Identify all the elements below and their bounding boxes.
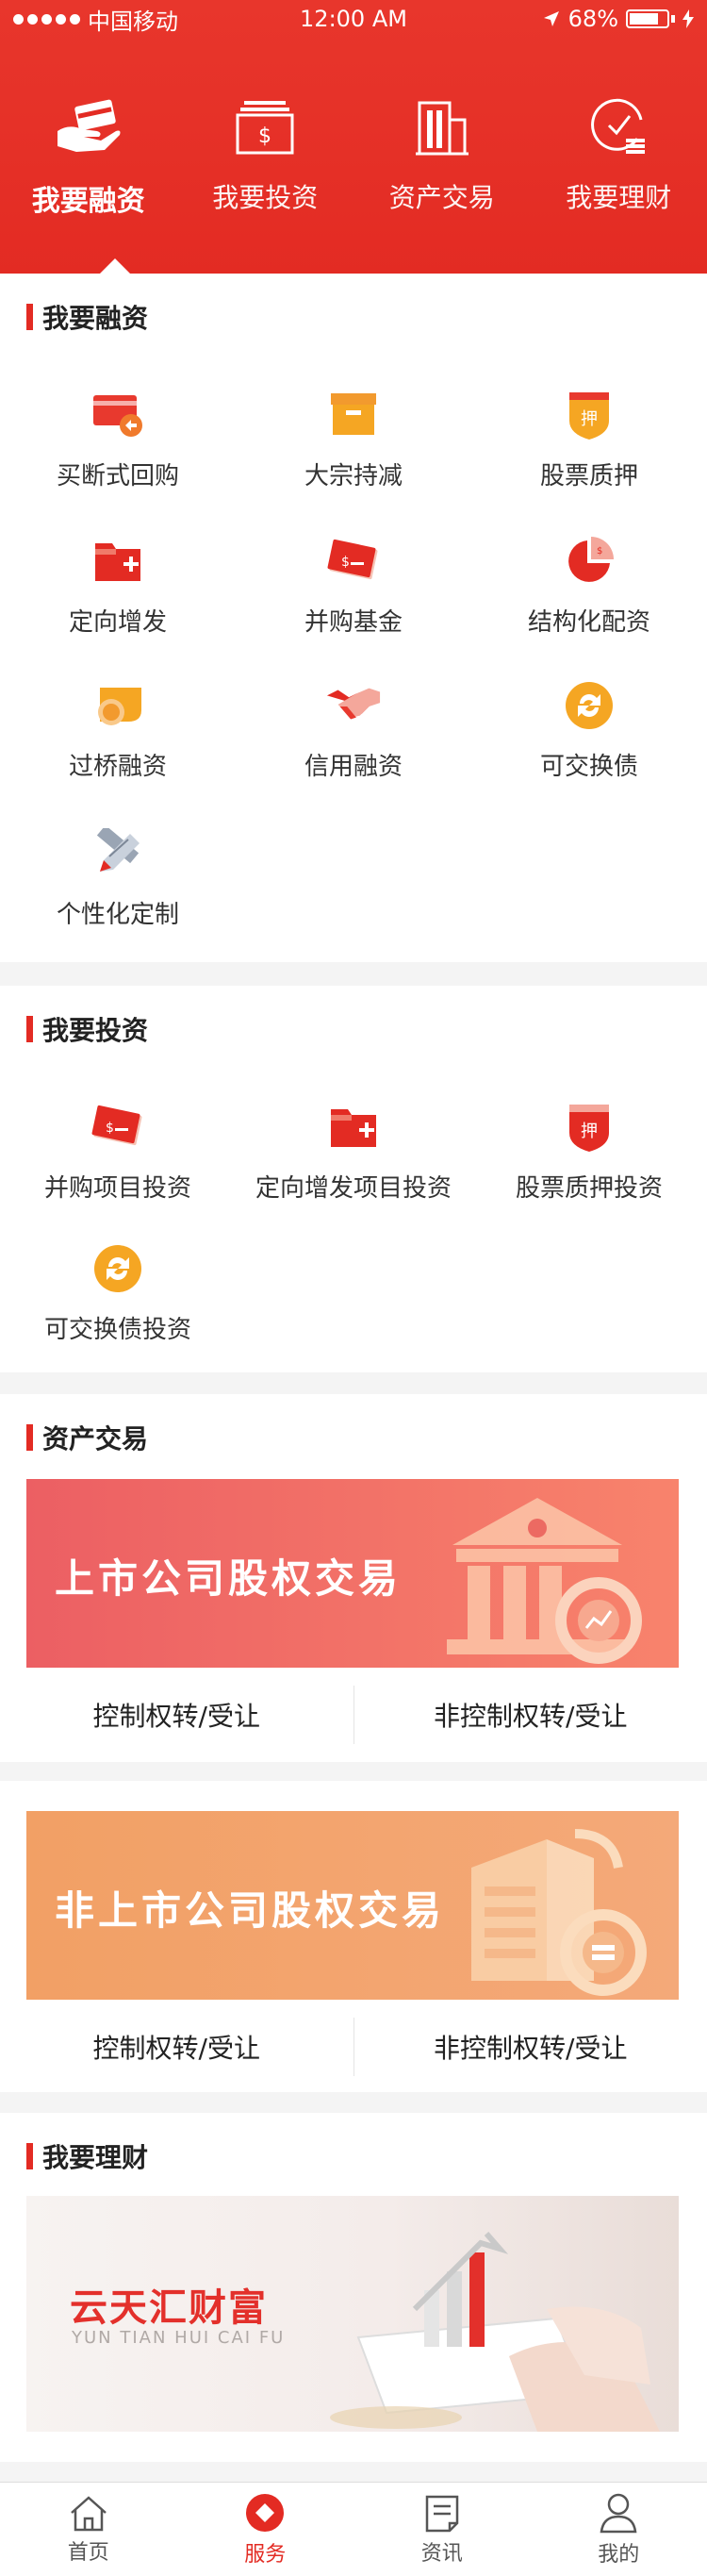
top-nav-label: 我要理财 — [566, 182, 672, 213]
folder-plus-icon — [90, 533, 146, 590]
office-building-icon — [471, 1829, 647, 1996]
charging-icon — [682, 9, 694, 28]
svg-text:押: 押 — [581, 409, 598, 429]
section-title: 我要融资 — [26, 298, 148, 336]
grid-item-ma-project[interactable]: $ 并购项目投资 — [0, 1099, 236, 1204]
grid-item-stock-pledge[interactable]: 押 股票质押 — [471, 387, 707, 491]
cash-card-icon: $ — [325, 533, 382, 590]
grid-item-exchangeable-bond-invest[interactable]: 可交换债投资 — [0, 1240, 236, 1345]
grid-item-block-reduction[interactable]: 大宗持减 — [236, 387, 471, 491]
coin-hand-icon — [90, 677, 146, 734]
grid-item-credit-finance[interactable]: 信用融资 — [236, 677, 471, 782]
top-nav-label: 资产交易 — [388, 182, 495, 213]
grid-item-private-placement-project[interactable]: 定向增发项目投资 — [236, 1099, 471, 1204]
banner-title: 上市公司股权交易 — [55, 1555, 403, 1602]
grid-item-buyback[interactable]: 买断式回购 — [0, 387, 236, 491]
bottom-tabbar: 首页 服务 资讯 我的 — [0, 2482, 707, 2576]
location-arrow-icon — [543, 11, 559, 26]
tablet-chart-illustration — [330, 2232, 660, 2432]
battery-icon — [626, 9, 669, 28]
top-nav-asset-trading[interactable]: 资产交易 — [354, 94, 531, 255]
banner-title: 非上市公司股权交易 — [55, 1887, 446, 1934]
signal-icon — [13, 13, 80, 25]
top-nav-investing[interactable]: $ 我要投资 — [177, 94, 354, 255]
unlisted-trading-section: 非上市公司股权交易 控制权转/受让 非控制权转/受让 — [0, 1781, 707, 2092]
pledge-shield-icon: 押 — [561, 1099, 617, 1155]
tab-news[interactable]: 资讯 — [354, 2483, 531, 2576]
carrier-label: 中国移动 — [88, 8, 178, 35]
home-icon — [70, 2495, 107, 2531]
section-title: 资产交易 — [26, 1419, 148, 1456]
listed-equity-banner[interactable]: 上市公司股权交易 — [26, 1479, 679, 1668]
grid-item-bridge-loan[interactable]: 过桥融资 — [0, 677, 236, 782]
grid-item-structured-finance[interactable]: $ 结构化配资 — [471, 533, 707, 638]
building-icon — [409, 94, 475, 160]
wealth-banner-title: 云天汇财富 — [70, 2286, 268, 2330]
investing-section: 我要投资 $ 并购项目投资 定向增发项目投资 押 股票质押投资 可交换债投资 — [0, 986, 707, 1372]
unlisted-equity-banner[interactable]: 非上市公司股权交易 — [26, 1811, 679, 2000]
pencil-ruler-icon — [90, 825, 146, 882]
news-icon — [425, 2495, 458, 2532]
svg-text:$: $ — [106, 1121, 114, 1136]
financing-section: 我要融资 买断式回购 大宗持减 押 股票质押 定向增发 $ 并购基金 $ 结构化… — [0, 274, 707, 962]
grid-item-ma-fund[interactable]: $ 并购基金 — [236, 533, 471, 638]
unlisted-control-transfer-link[interactable]: 控制权转/受让 — [0, 2028, 354, 2066]
top-nav-label: 我要融资 — [31, 185, 145, 218]
folder-plus-icon — [325, 1099, 382, 1155]
hand-card-icon — [56, 94, 122, 160]
clock-coins-icon — [585, 94, 651, 160]
header: 中国移动 12:00 AM 68% 我要融资 $ 我要投资 资产交易 我要理财 — [0, 0, 707, 274]
bank-building-icon — [447, 1498, 642, 1664]
active-tab-indicator — [100, 258, 130, 274]
box-icon — [325, 387, 382, 443]
battery-percent: 68% — [567, 6, 618, 32]
svg-text:押: 押 — [581, 1122, 598, 1141]
handshake-icon — [325, 677, 382, 734]
cash-card-icon: $ — [90, 1099, 146, 1155]
listed-sublinks: 控制权转/受让 非控制权转/受让 — [0, 1668, 707, 1762]
grid-item-customization[interactable]: 个性化定制 — [0, 825, 236, 930]
grid-item-private-placement[interactable]: 定向增发 — [0, 533, 236, 638]
tab-profile[interactable]: 我的 — [531, 2483, 707, 2576]
top-nav-wealth[interactable]: 我要理财 — [531, 94, 707, 255]
profile-icon — [600, 2493, 637, 2533]
svg-text:$: $ — [258, 125, 271, 148]
top-nav-financing[interactable]: 我要融资 — [0, 94, 177, 255]
top-nav-label: 我要投资 — [212, 182, 319, 213]
grid-item-exchangeable-bond[interactable]: 可交换债 — [471, 677, 707, 782]
wealth-banner[interactable]: 云天汇财富 YUN TIAN HUI CAI FU — [26, 2196, 679, 2432]
unlisted-noncontrol-transfer-link[interactable]: 非控制权转/受让 — [354, 2028, 707, 2066]
unlisted-sublinks: 控制权转/受让 非控制权转/受让 — [0, 2000, 707, 2094]
svg-text:$: $ — [341, 555, 350, 570]
asset-trading-section: 资产交易 上市公司股权交易 控制权转/受让 非控制权转/受让 — [0, 1394, 707, 1762]
svg-text:$: $ — [597, 546, 602, 557]
pie-chart-icon: $ — [561, 533, 617, 590]
listed-noncontrol-transfer-link[interactable]: 非控制权转/受让 — [354, 1696, 707, 1734]
listed-control-transfer-link[interactable]: 控制权转/受让 — [0, 1696, 354, 1734]
top-nav: 我要融资 $ 我要投资 资产交易 我要理财 — [0, 94, 707, 255]
tab-home[interactable]: 首页 — [0, 2483, 177, 2576]
pledge-shield-icon: 押 — [561, 387, 617, 443]
grid-item-stock-pledge-invest[interactable]: 押 股票质押投资 — [471, 1099, 707, 1204]
tab-service[interactable]: 服务 — [177, 2483, 354, 2576]
status-bar: 中国移动 12:00 AM 68% — [0, 0, 707, 38]
exchange-coin-icon — [90, 1240, 146, 1297]
money-stack-icon: $ — [232, 94, 298, 160]
status-time: 12:00 AM — [300, 6, 407, 32]
card-return-icon — [90, 387, 146, 443]
wealth-section: 我要理财 云天汇财富 YUN TIAN HUI CAI FU — [0, 2113, 707, 2462]
section-title: 我要理财 — [26, 2137, 148, 2175]
exchange-coin-icon — [561, 677, 617, 734]
service-icon — [246, 2493, 285, 2532]
wealth-banner-subtitle: YUN TIAN HUI CAI FU — [72, 2328, 286, 2348]
section-title: 我要投资 — [26, 1010, 148, 1048]
